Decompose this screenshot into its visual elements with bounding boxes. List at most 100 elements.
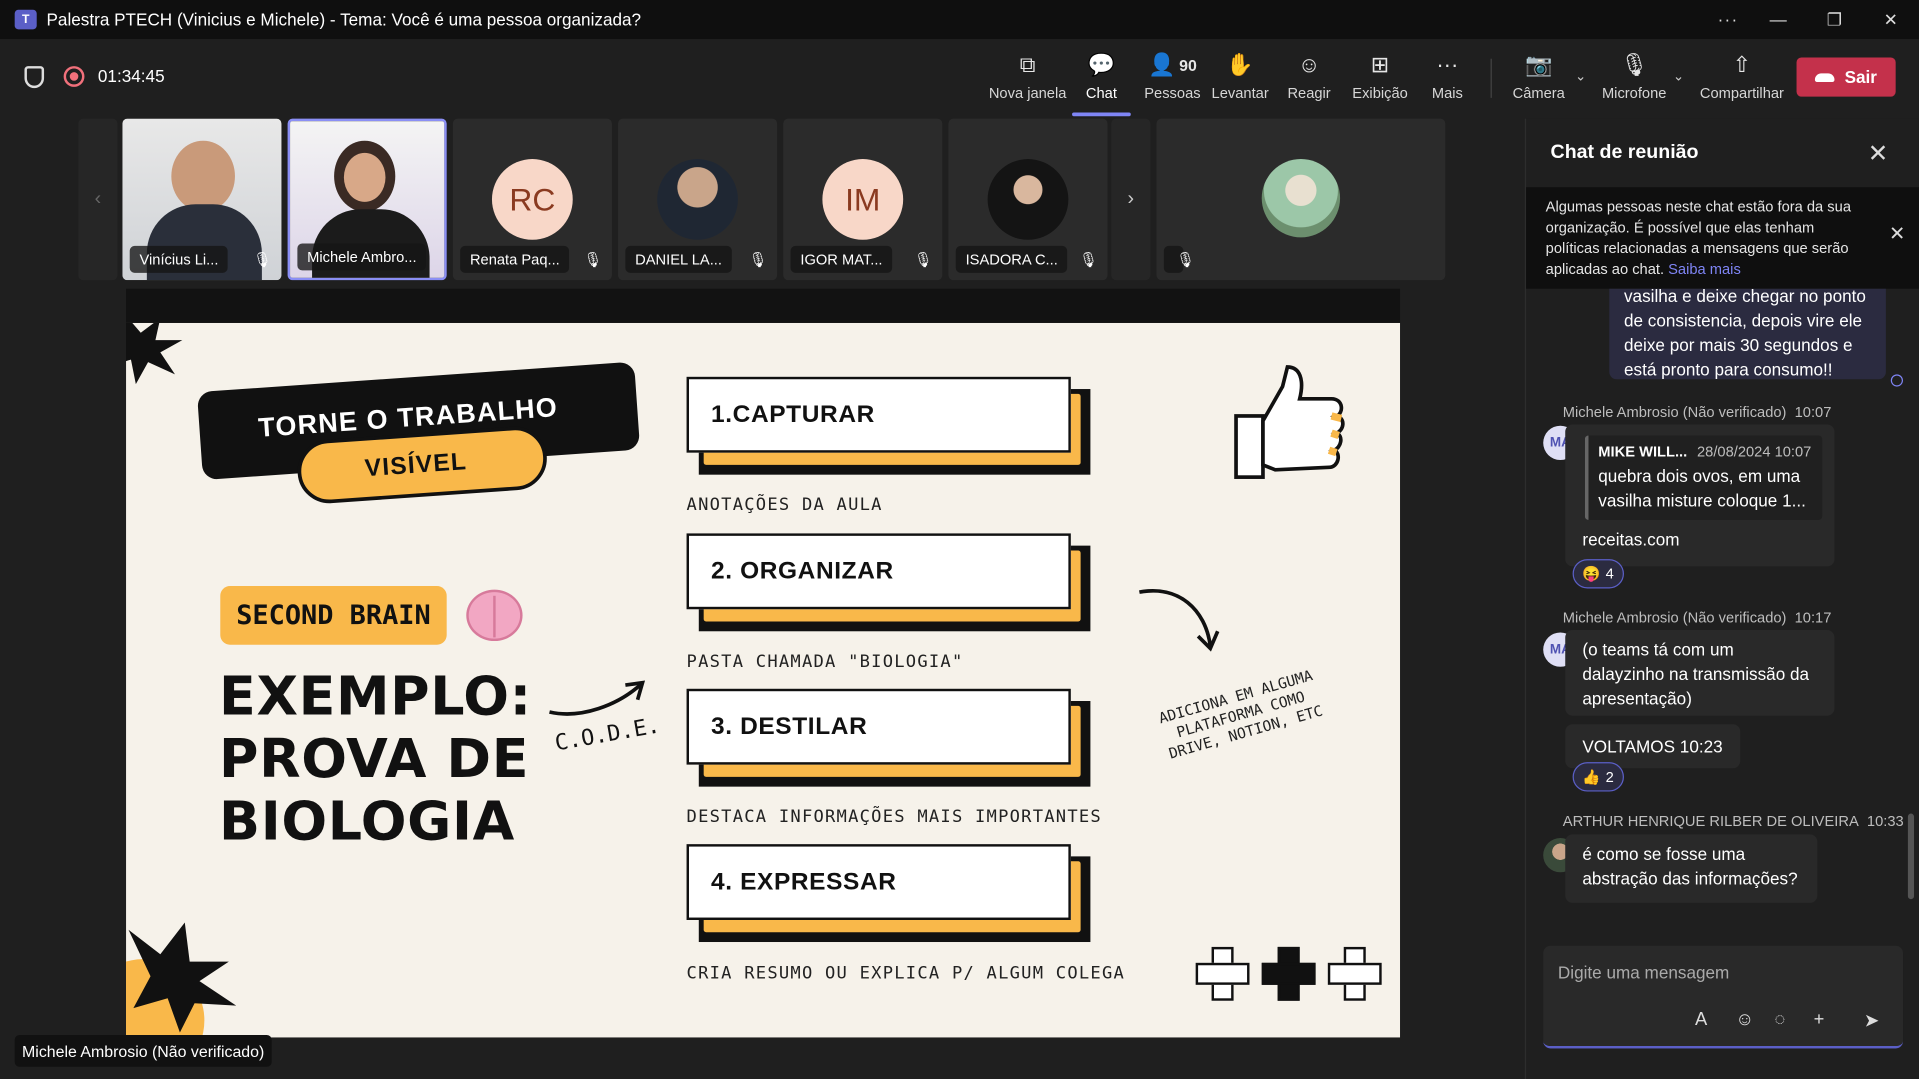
teams-logo-icon: T bbox=[14, 9, 37, 30]
reaction-badge[interactable]: 👍 2 bbox=[1572, 762, 1624, 792]
loop-component-icon[interactable]: ◌ bbox=[1775, 1009, 1786, 1030]
step-card: 3. DESTILAR bbox=[686, 688, 1091, 787]
my-message[interactable]: vasilha e deixe chegar no ponto de consi… bbox=[1609, 288, 1886, 380]
chat-label: Chat bbox=[1085, 84, 1117, 102]
chat-button[interactable]: 💬 Chat bbox=[1072, 49, 1131, 117]
participant-name: DANIEL LA... bbox=[625, 245, 732, 273]
mic-muted-icon: 🎙 bbox=[583, 250, 603, 268]
participant-avatar: IM bbox=[822, 159, 904, 240]
camera-off-icon: 📷 bbox=[1525, 51, 1553, 77]
meeting-timer: 01:34:45 bbox=[97, 66, 165, 86]
restore-button[interactable]: ❐ bbox=[1806, 0, 1862, 39]
chat-icon: 💬 bbox=[1087, 51, 1116, 77]
message-sender: Michele Ambrosio (Não verificado) 10:17 bbox=[1562, 609, 1832, 627]
strip-prev-chevron-icon[interactable]: ‹ bbox=[78, 118, 118, 281]
participant-tile[interactable]: ISADORA C... 🎙 bbox=[948, 118, 1108, 281]
strip-next-chevron-icon[interactable]: › bbox=[1111, 118, 1151, 281]
camera-button[interactable]: 📷 Câmera bbox=[1513, 49, 1565, 110]
quoted-message[interactable]: MIKE WILL... 28/08/2024 10:07 quebra dois… bbox=[1584, 435, 1823, 520]
quote-author: MIKE WILL... bbox=[1598, 442, 1688, 460]
react-label: Reagir bbox=[1287, 84, 1331, 102]
brain-icon bbox=[466, 589, 523, 642]
window-title: Palestra PTECH (Vinicius e Michele) - Te… bbox=[46, 9, 642, 30]
participant-tile[interactable]: DANIEL LA... 🎙 bbox=[618, 118, 778, 281]
thumbs-up-icon bbox=[1234, 365, 1345, 479]
attach-plus-icon[interactable]: + bbox=[1814, 1009, 1825, 1030]
participant-tile-active-speaker[interactable]: Michele Ambro... bbox=[287, 118, 447, 281]
example-heading: EXEMPLO: PROVA DE BIOLOGIA bbox=[219, 666, 532, 853]
message-composer: A ☺ ◌ + ➤ bbox=[1543, 945, 1904, 1049]
participant-tile[interactable]: IM IGOR MAT... 🎙 bbox=[783, 118, 943, 281]
mic-options-chevron-icon[interactable]: ⌄ bbox=[1673, 69, 1684, 85]
view-label: Exibição bbox=[1352, 84, 1408, 102]
mic-button[interactable]: 🎙 Microfone bbox=[1602, 49, 1666, 110]
chat-header: Chat de reunião ✕ bbox=[1526, 119, 1919, 188]
leave-label: Sair bbox=[1844, 67, 1877, 87]
people-label: Pessoas bbox=[1144, 84, 1201, 102]
close-chat-icon[interactable]: ✕ bbox=[1868, 138, 1889, 169]
step-title: 1.CAPTURAR bbox=[686, 376, 1071, 453]
format-text-icon[interactable]: A bbox=[1695, 1009, 1707, 1030]
chat-scrollbar[interactable] bbox=[1907, 813, 1915, 900]
step-caption: DESTACA INFORMAÇÕES MAIS IMPORTANTES bbox=[686, 807, 1102, 828]
people-button[interactable]: 👤 90 Pessoas bbox=[1144, 49, 1200, 110]
participant-name: Vinícius Li... bbox=[129, 245, 229, 273]
quote-time: 28/08/2024 10:07 bbox=[1696, 442, 1812, 460]
thumbs-up-emoji-icon: 👍 bbox=[1582, 768, 1601, 786]
participant-tile[interactable]: 🎙 bbox=[1156, 118, 1446, 281]
participant-name: ISADORA C... bbox=[955, 245, 1068, 273]
reaction-badge[interactable]: 😝 4 bbox=[1572, 559, 1624, 589]
participant-avatar bbox=[657, 159, 738, 240]
minimize-button[interactable]: — bbox=[1750, 0, 1806, 39]
more-button[interactable]: ··· Mais bbox=[1432, 49, 1463, 110]
learn-more-link[interactable]: Saiba mais bbox=[1668, 261, 1741, 278]
dismiss-notice-icon[interactable]: ✕ bbox=[1889, 224, 1905, 245]
participant-avatar bbox=[987, 159, 1069, 240]
mic-label: Microfone bbox=[1601, 84, 1667, 102]
mic-muted-icon: 🎙 bbox=[748, 250, 768, 268]
slide-header-line2: VISÍVEL bbox=[363, 448, 468, 483]
starburst-corner-icon bbox=[126, 922, 237, 1038]
emoji-icon[interactable]: ☺ bbox=[1735, 1009, 1754, 1030]
raise-hand-label: Levantar bbox=[1211, 84, 1269, 102]
window-more-button[interactable]: ··· bbox=[1706, 0, 1750, 39]
mic-off-icon: 🎙 bbox=[1620, 51, 1649, 77]
share-label: Compartilhar bbox=[1699, 84, 1784, 102]
mic-muted-icon: 🎙 bbox=[253, 250, 272, 268]
message-input[interactable] bbox=[1543, 945, 1904, 1000]
participant-tile[interactable]: RC Renata Paq... 🎙 bbox=[452, 118, 612, 281]
message-text: receitas.com bbox=[1582, 529, 1680, 550]
share-button[interactable]: ⇧ Compartilhar bbox=[1700, 49, 1784, 110]
plus-solid-icon bbox=[1261, 946, 1316, 1001]
participant-tile[interactable]: Vinícius Li... 🎙 bbox=[122, 118, 282, 281]
react-icon: ☺ bbox=[1297, 51, 1321, 77]
seen-check-icon bbox=[1890, 374, 1904, 387]
example-line-3: BIOLOGIA bbox=[219, 790, 515, 853]
chat-message[interactable]: é como se fosse uma abstração das inform… bbox=[1565, 834, 1818, 903]
laugh-emoji-icon: 😝 bbox=[1582, 565, 1601, 583]
example-line-1: EXEMPLO: bbox=[219, 665, 532, 728]
reaction-count: 2 bbox=[1605, 768, 1614, 786]
message-sender: Michele Ambrosio (Não verificado) 10:07 bbox=[1562, 403, 1832, 421]
plus-outline-icon bbox=[1195, 946, 1250, 1001]
close-window-button[interactable]: ✕ bbox=[1863, 0, 1919, 39]
teams-meeting-window: T Palestra PTECH (Vinicius e Michele) - … bbox=[0, 0, 1919, 1079]
step-caption: ANOTAÇÕES DA AULA bbox=[686, 495, 883, 516]
example-line-2: PROVA DE bbox=[219, 727, 530, 791]
raise-hand-button[interactable]: ✋ Levantar bbox=[1212, 49, 1269, 110]
send-icon[interactable]: ➤ bbox=[1864, 1009, 1879, 1032]
new-window-button[interactable]: ⧉ Nova janela bbox=[989, 49, 1067, 110]
participant-avatar: RC bbox=[491, 159, 573, 240]
view-button[interactable]: ⊞ Exibição bbox=[1352, 49, 1408, 110]
phone-hangup-icon bbox=[1815, 72, 1835, 82]
shield-icon[interactable] bbox=[24, 66, 45, 89]
leave-button[interactable]: Sair bbox=[1796, 57, 1896, 97]
camera-options-chevron-icon[interactable]: ⌄ bbox=[1575, 69, 1586, 85]
participant-name: Renata Paq... bbox=[460, 245, 570, 273]
plus-outline-icon bbox=[1327, 946, 1382, 1001]
curved-arrow-icon bbox=[549, 680, 646, 716]
participant-strip: ‹ Vinícius Li... 🎙 Michele Ambro... RC R… bbox=[78, 118, 1449, 282]
chat-message[interactable]: (o teams tá com um dalayzinho na transmi… bbox=[1565, 630, 1835, 716]
presentation-slide: TORNE O TRABALHO VISÍVEL SECOND BRAIN EX… bbox=[126, 322, 1401, 1038]
react-button[interactable]: ☺ Reagir bbox=[1287, 49, 1330, 110]
